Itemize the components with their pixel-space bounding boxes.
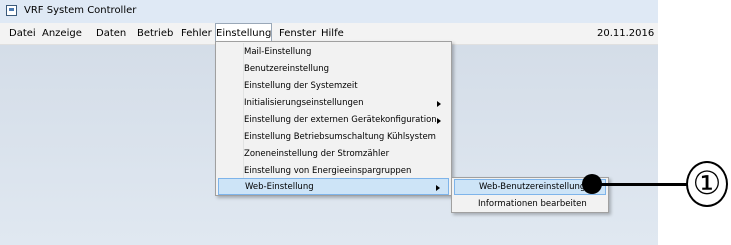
date-display: 20.11.2016 So [597, 28, 658, 39]
menu-item-label: Web-Einstellung [245, 182, 314, 192]
menu-item-label: Zoneneinstellung der Stromzähler [244, 149, 390, 159]
app-window-icon [6, 5, 17, 16]
callout-number-badge: ① [686, 161, 728, 207]
menu-item-zoneneinstellung-stromzaehler[interactable]: Zoneneinstellung der Stromzähler [218, 146, 449, 163]
menu-item-label: Einstellung der Systemzeit [244, 81, 358, 91]
menu-item-label: Einstellung Betriebsumschaltung Kühlsyst… [244, 132, 436, 142]
menu-item-label: Einstellung von Energieeinspargruppen [244, 166, 412, 176]
menu-item-systemzeit[interactable]: Einstellung der Systemzeit [218, 78, 449, 95]
menu-item-label: Web-Benutzereinstellung [479, 182, 586, 192]
submenu-arrow-icon [437, 101, 441, 107]
menu-item-mail-einstellung[interactable]: Mail-Einstellung [218, 44, 449, 61]
menu-item-label: Mail-Einstellung [244, 47, 312, 57]
title-bar: VRF System Controller [0, 0, 658, 23]
einstellung-dropdown: Mail-Einstellung Benutzereinstellung Ein… [215, 41, 452, 196]
menu-item-benutzereinstellung[interactable]: Benutzereinstellung [218, 61, 449, 78]
submenu-arrow-icon [436, 185, 440, 191]
window-title: VRF System Controller [24, 5, 137, 16]
menu-item-label: Informationen bearbeiten [478, 199, 587, 209]
menu-item-externe-geraetekonfiguration[interactable]: Einstellung der externen Gerätekonfigura… [218, 112, 449, 129]
menu-item-betriebsumschaltung-kuehlsystem[interactable]: Einstellung Betriebsumschaltung Kühlsyst… [218, 129, 449, 146]
menu-item-initialisierungseinstellungen[interactable]: Initialisierungseinstellungen [218, 95, 449, 112]
menu-item-informationen-bearbeiten[interactable]: Informationen bearbeiten [454, 196, 606, 212]
menu-datei[interactable]: Datei [9, 23, 36, 44]
submenu-arrow-icon [437, 118, 441, 124]
callout-line [592, 183, 692, 186]
menu-item-web-einstellung[interactable]: Web-Einstellung [218, 178, 449, 195]
menu-item-label: Einstellung der externen Gerätekonfigura… [244, 115, 437, 125]
menu-fehler[interactable]: Fehler [181, 23, 212, 44]
menu-item-label: Benutzereinstellung [244, 64, 330, 74]
menu-betrieb[interactable]: Betrieb [137, 23, 173, 44]
menu-item-label: Initialisierungseinstellungen [244, 98, 364, 108]
menu-daten[interactable]: Daten [96, 23, 126, 44]
callout-dot [582, 174, 602, 194]
menu-anzeige[interactable]: Anzeige [42, 23, 82, 44]
